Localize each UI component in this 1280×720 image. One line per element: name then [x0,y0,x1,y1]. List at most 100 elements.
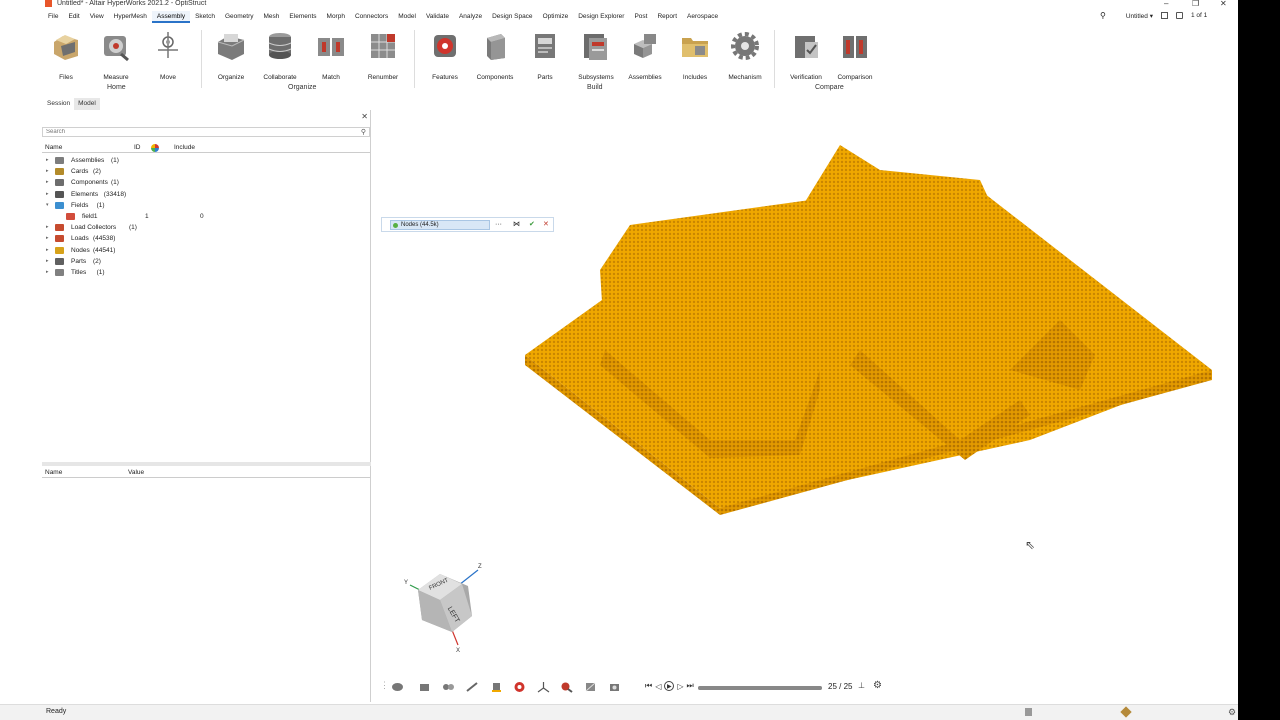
last-frame-icon[interactable]: ⏭ [687,681,694,691]
next-frame-icon[interactable]: ▷ [677,682,683,691]
search-input[interactable] [46,128,346,136]
files-tool[interactable]: Files [41,30,91,81]
section-view-icon[interactable] [466,681,479,693]
menu-view[interactable]: View [85,11,109,23]
search-icon[interactable]: ⚲ [1100,11,1106,20]
display-mode-icon[interactable] [490,681,503,693]
renumber-tool[interactable]: Renumber [358,30,408,81]
menu-design-explorer[interactable]: Design Explorer [573,11,629,23]
fit-view-icon[interactable] [442,681,455,693]
close-icon[interactable]: ✕ [361,112,368,121]
animation-slider[interactable] [698,686,822,690]
measure-tool[interactable]: Measure [91,30,141,81]
features-tool[interactable]: Features [420,30,470,81]
expand-arrow-icon[interactable]: ▸ [46,155,49,166]
properties-column-name[interactable]: Name [45,469,62,476]
close-button[interactable]: ✕ [1220,0,1227,8]
menu-validate[interactable]: Validate [421,11,454,23]
menu-design-space[interactable]: Design Space [487,11,537,23]
rotate-view-icon[interactable] [391,681,404,693]
expand-arrow-icon[interactable]: ▸ [46,267,49,278]
nodes-selector-field[interactable]: Nodes (44.5k) [390,220,490,230]
tree-row[interactable]: ▸ Parts (2) [42,256,370,267]
play-icon[interactable]: ▶ [664,681,675,691]
previous-frame-icon[interactable]: ◁ [655,682,661,691]
collaborate-tool[interactable]: Collaborate [255,30,305,81]
mechanism-tool[interactable]: Mechanism [720,30,770,81]
pan-view-icon[interactable] [418,681,431,693]
reset-selection-button[interactable]: ⋈ [513,220,520,230]
comparison-tool[interactable]: Comparison [830,30,880,81]
menu-mesh[interactable]: Mesh [259,11,285,23]
match-tool[interactable]: Match [306,30,356,81]
view-cube[interactable]: FRONT LEFT Y Z X [400,560,490,655]
tree-row[interactable]: ▸ Load Collectors (1) [42,222,370,233]
more-options-button[interactable]: ··· [495,220,502,230]
session-dropdown[interactable]: Untitled ▾ [1126,12,1153,20]
menu-connectors[interactable]: Connectors [350,11,393,23]
collapse-arrow-icon[interactable]: ▾ [46,200,49,211]
tree-row[interactable]: ▸ Elements (33418) [42,189,370,200]
axis-triad-icon[interactable] [537,681,550,693]
maximize-button[interactable]: ❐ [1192,0,1199,8]
minimize-button[interactable]: – [1164,0,1168,8]
column-id[interactable]: ID [134,144,141,151]
tree-row[interactable]: ▸ Assemblies (1) [42,155,370,166]
menu-analyze[interactable]: Analyze [454,11,487,23]
search-icon[interactable]: ⚲ [361,128,366,136]
menu-optimize[interactable]: Optimize [538,11,574,23]
expand-arrow-icon[interactable]: ▸ [46,245,49,256]
menu-aerospace[interactable]: Aerospace [682,11,723,23]
tab-session[interactable]: Session [43,98,74,110]
expand-arrow-icon[interactable]: ▸ [46,166,49,177]
properties-column-value[interactable]: Value [128,469,144,476]
menu-geometry[interactable]: Geometry [220,11,259,23]
animation-settings-gear-icon[interactable]: ⚙ [873,680,882,691]
snapshot-icon[interactable] [608,681,621,693]
expand-arrow-icon[interactable]: ▸ [46,222,49,233]
menu-report[interactable]: Report [652,11,682,23]
tree-row[interactable]: ▸ Titles (1) [42,267,370,278]
fe-model-render[interactable] [520,140,1220,515]
expand-arrow-icon[interactable]: ▸ [46,189,49,200]
first-frame-icon[interactable]: ⏮ [645,681,652,691]
menu-morph[interactable]: Morph [322,11,350,23]
tree-row[interactable]: ▸ Loads (44538) [42,233,370,244]
menu-model[interactable]: Model [393,11,421,23]
expand-arrow-icon[interactable]: ▸ [46,256,49,267]
color-mode-icon[interactable] [513,681,526,693]
zoom-icon[interactable] [560,681,573,693]
components-tool[interactable]: Components [470,30,520,81]
parts-tool[interactable]: Parts [520,30,570,81]
menu-elements[interactable]: Elements [284,11,321,23]
menu-post[interactable]: Post [629,11,652,23]
tab-model[interactable]: Model [74,98,100,110]
tree-row[interactable]: ▸ Components (1) [42,177,370,188]
page-view-icon[interactable] [1160,12,1168,19]
new-page-icon[interactable] [1175,12,1183,19]
frame-step-icon[interactable]: ⊥ [858,681,865,690]
column-include[interactable]: Include [174,144,195,151]
status-document-icon[interactable] [1025,708,1032,716]
organize-tool[interactable]: Organize [206,30,256,81]
column-name[interactable]: Name [45,144,62,151]
measure-view-icon[interactable] [584,681,597,693]
status-settings-icon[interactable]: ⚙ [1228,707,1236,718]
move-tool[interactable]: Move [143,30,193,81]
status-tool-icon[interactable] [1120,706,1132,718]
subsystems-tool[interactable]: Subsystems [571,30,621,81]
menu-assembly[interactable]: Assembly [151,11,191,23]
tree-row[interactable]: ▾ Fields (1) [42,200,370,211]
assemblies-tool[interactable]: Assemblies [620,30,670,81]
menu-hypermesh[interactable]: HyperMesh [109,11,152,23]
expand-arrow-icon[interactable]: ▸ [46,177,49,188]
color-column-icon[interactable] [151,144,159,152]
tree-child-row[interactable]: field1 1 0 [42,211,370,222]
tree-row[interactable]: ▸ Cards (2) [42,166,370,177]
tree-row[interactable]: ▸ Nodes (44541) [42,245,370,256]
verification-tool[interactable]: Verification [781,30,831,81]
menu-sketch[interactable]: Sketch [190,11,220,23]
menu-edit[interactable]: Edit [63,11,84,23]
includes-tool[interactable]: Includes [670,30,720,81]
menu-file[interactable]: File [43,11,63,23]
